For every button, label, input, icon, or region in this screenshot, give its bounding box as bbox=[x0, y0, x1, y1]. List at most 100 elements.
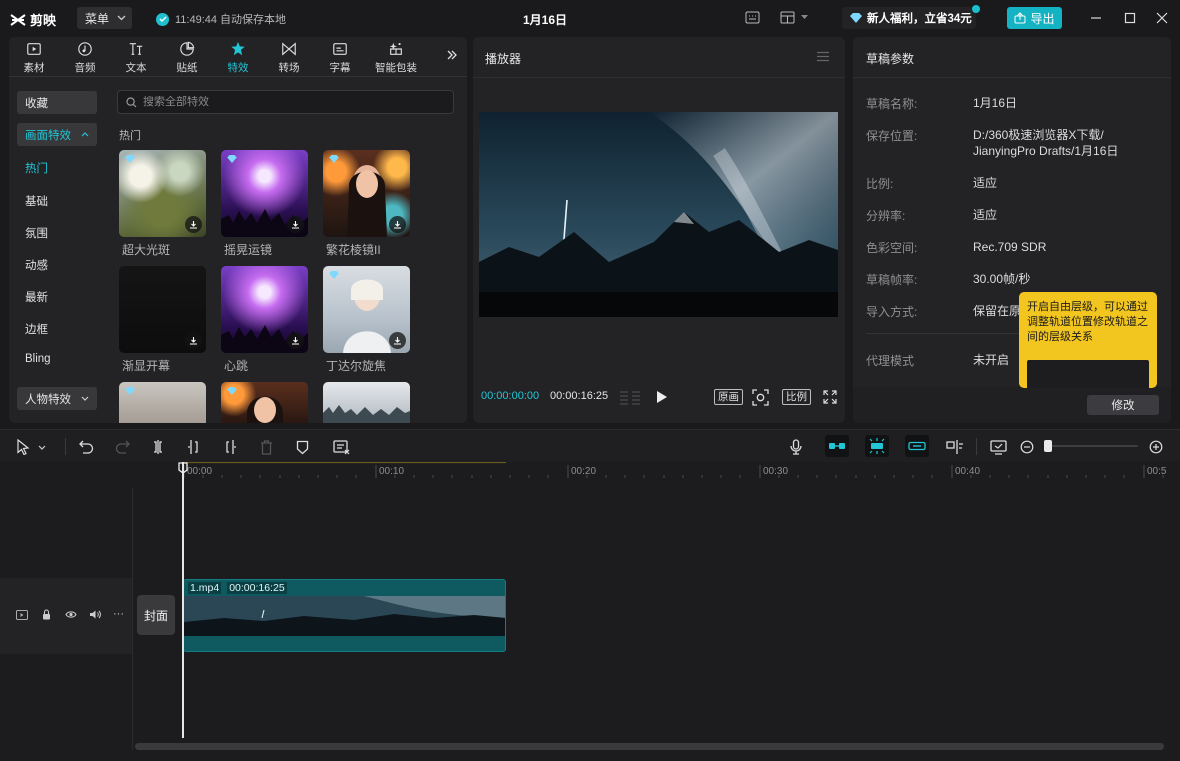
waveform-grid-icon[interactable] bbox=[619, 390, 641, 405]
tab-audio[interactable]: 音频 bbox=[60, 41, 110, 75]
snap-toggle[interactable] bbox=[865, 435, 889, 457]
draft-key: 草稿名称: bbox=[866, 97, 918, 111]
split-button[interactable] bbox=[149, 438, 167, 456]
cover-button[interactable]: 封面 bbox=[137, 595, 175, 635]
effect-card-partial[interactable] bbox=[221, 382, 308, 423]
promo-badge[interactable]: 新人福利，立省34元 bbox=[842, 5, 980, 29]
effect-card-bokeh[interactable] bbox=[119, 150, 206, 237]
lock-icon[interactable] bbox=[42, 609, 51, 620]
zoom-in-button[interactable] bbox=[1147, 438, 1165, 456]
sidebar-item-atmosphere[interactable]: 氛围 bbox=[25, 225, 48, 241]
undo-button[interactable] bbox=[77, 438, 95, 456]
auto-caption-button[interactable] bbox=[332, 438, 350, 456]
video-clip[interactable]: 1.mp4 00:00:16:25 bbox=[183, 579, 506, 652]
tab-transition[interactable]: 转场 bbox=[264, 41, 314, 75]
time-ruler[interactable]: 00:00 00:10 00:20 00:30 00:40 00:5 bbox=[0, 462, 1180, 482]
download-icon[interactable] bbox=[389, 332, 406, 349]
tooltip-preview bbox=[1027, 360, 1149, 388]
effect-card-shake-camera[interactable] bbox=[221, 150, 308, 237]
sidebar-item-latest[interactable]: 最新 bbox=[25, 289, 48, 305]
minimize-icon bbox=[1091, 17, 1101, 19]
main-track-magnet-toggle[interactable] bbox=[825, 435, 849, 457]
download-icon[interactable] bbox=[287, 216, 304, 233]
video-preview[interactable] bbox=[479, 112, 838, 317]
effect-card-heartbeat[interactable] bbox=[221, 266, 308, 353]
preview-axis-button[interactable] bbox=[946, 438, 964, 456]
sidebar-item-dynamic[interactable]: 动感 bbox=[25, 257, 48, 273]
sidebar-item-border[interactable]: 边框 bbox=[25, 321, 48, 337]
focus-icon[interactable] bbox=[752, 389, 769, 406]
ruler-label: 00:30 bbox=[763, 466, 789, 477]
search-icon bbox=[126, 96, 137, 107]
draft-key: 草稿帧率: bbox=[866, 273, 918, 287]
volume-icon[interactable] bbox=[89, 609, 101, 620]
sidebar-character-effects[interactable]: 人物特效 bbox=[17, 387, 97, 410]
marker-button[interactable] bbox=[293, 438, 311, 456]
maximize-button[interactable] bbox=[1122, 10, 1138, 26]
export-button[interactable]: 导出 bbox=[1007, 7, 1062, 29]
linkage-toggle[interactable] bbox=[905, 435, 929, 457]
download-icon[interactable] bbox=[287, 332, 304, 349]
effect-card-fade-in[interactable] bbox=[119, 266, 206, 353]
diamond-icon bbox=[125, 387, 135, 395]
tab-smart-pack[interactable]: 智能包装 bbox=[366, 41, 426, 75]
divider bbox=[976, 438, 977, 455]
draft-key: 色彩空间: bbox=[866, 241, 918, 255]
more-tabs-button[interactable] bbox=[446, 49, 458, 61]
horizontal-scrollbar[interactable] bbox=[135, 743, 1164, 750]
zoom-out-button[interactable] bbox=[1018, 438, 1036, 456]
select-tool-button[interactable] bbox=[16, 438, 50, 456]
play-button[interactable] bbox=[656, 390, 668, 404]
more-options-icon[interactable]: ··· bbox=[113, 608, 124, 620]
trim-right-button[interactable] bbox=[221, 438, 239, 456]
tab-sticker[interactable]: 贴纸 bbox=[162, 41, 212, 75]
draft-key: 比例: bbox=[866, 177, 894, 191]
minimize-button[interactable] bbox=[1088, 10, 1104, 26]
record-audio-button[interactable] bbox=[787, 438, 805, 456]
sidebar-item-bling[interactable]: Bling bbox=[25, 353, 51, 365]
search-input[interactable] bbox=[143, 96, 443, 108]
layout-switch-button[interactable] bbox=[780, 11, 808, 24]
effects-search[interactable] bbox=[117, 90, 454, 114]
effect-card-partial[interactable] bbox=[323, 382, 410, 423]
ratio-button[interactable]: 比例 bbox=[782, 389, 811, 405]
timeline[interactable]: 00:00 00:10 00:20 00:30 00:40 00:5 ··· 封… bbox=[0, 462, 1180, 761]
download-icon[interactable] bbox=[185, 332, 202, 349]
zoom-slider[interactable] bbox=[1044, 445, 1138, 447]
effect-card-tyndall[interactable] bbox=[323, 266, 410, 353]
draft-value-line2: JianyingPro Drafts/1月16日 bbox=[973, 144, 1119, 158]
tab-label: 特效 bbox=[227, 62, 249, 74]
video-frame bbox=[479, 112, 838, 317]
player-menu-button[interactable] bbox=[816, 51, 830, 62]
download-icon[interactable] bbox=[389, 216, 406, 233]
tab-subtitle[interactable]: 字幕 bbox=[315, 41, 365, 75]
tab-media[interactable]: 素材 bbox=[9, 41, 59, 75]
tab-text[interactable]: 文本 bbox=[111, 41, 161, 75]
sidebar-favorites[interactable]: 收藏 bbox=[17, 91, 97, 114]
redo-icon bbox=[115, 440, 130, 454]
modify-button[interactable]: 修改 bbox=[1087, 395, 1159, 415]
section-title-hot: 热门 bbox=[119, 130, 141, 142]
original-quality-button[interactable]: 原画 bbox=[714, 389, 743, 405]
zoom-slider-handle[interactable] bbox=[1044, 440, 1052, 452]
playhead[interactable] bbox=[182, 462, 184, 738]
sidebar-item-hot[interactable]: 热门 bbox=[25, 160, 48, 176]
effect-card-prism[interactable] bbox=[323, 150, 410, 237]
keyboard-shortcut-icon[interactable] bbox=[745, 11, 760, 24]
tab-effects[interactable]: 特效 bbox=[213, 41, 263, 75]
main-track-header: ··· bbox=[0, 578, 132, 654]
playhead-handle[interactable] bbox=[178, 462, 188, 474]
download-icon[interactable] bbox=[185, 216, 202, 233]
close-button[interactable] bbox=[1154, 10, 1170, 26]
fullscreen-icon[interactable] bbox=[823, 390, 837, 404]
eye-icon[interactable] bbox=[65, 610, 77, 619]
sidebar-screen-effects[interactable]: 画面特效 bbox=[17, 123, 97, 146]
audio-icon bbox=[78, 42, 92, 56]
effect-label: 繁花棱镜II bbox=[326, 243, 381, 257]
trim-left-button[interactable] bbox=[185, 438, 203, 456]
delete-button[interactable] bbox=[257, 438, 275, 456]
fit-timeline-button[interactable] bbox=[989, 438, 1007, 456]
sidebar-item-basic[interactable]: 基础 bbox=[25, 193, 48, 209]
effect-card-partial[interactable] bbox=[119, 382, 206, 423]
redo-button[interactable] bbox=[113, 438, 131, 456]
